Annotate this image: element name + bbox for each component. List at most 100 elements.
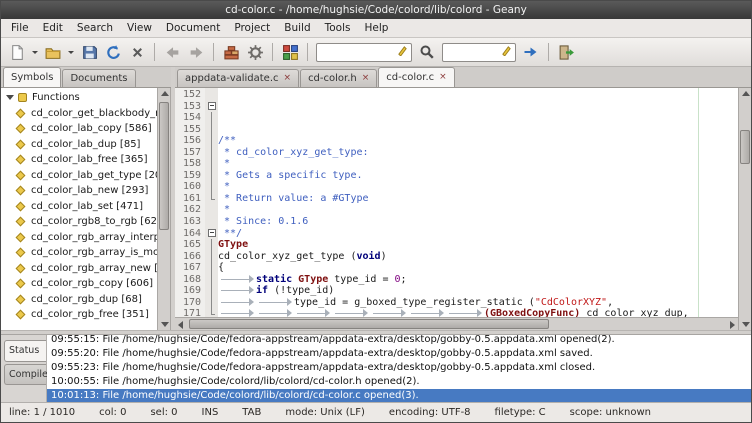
back-arrow-icon xyxy=(164,44,181,61)
editor-tab-cd-color.c[interactable]: cd-color.c× xyxy=(378,67,454,87)
scrollbar-thumb[interactable] xyxy=(159,102,169,230)
symbol-item[interactable]: cd_color_lab_free [365] xyxy=(1,152,157,168)
search-button[interactable] xyxy=(415,40,439,64)
symbol-item[interactable]: cd_color_get_blackbody_rgb [97 xyxy=(1,106,157,122)
editor-view[interactable]: 1521531541551561571581591601611621631641… xyxy=(175,88,738,317)
fold-guide-line xyxy=(205,147,218,159)
build-button[interactable] xyxy=(243,40,267,64)
message-row[interactable]: 09:55:23: File /home/hughsie/Code/fedora… xyxy=(47,361,751,375)
search-input[interactable] xyxy=(320,47,397,58)
revert-button[interactable] xyxy=(101,40,125,64)
menu-build[interactable]: Build xyxy=(277,19,317,38)
goto-line-icon xyxy=(523,44,539,60)
fold-cell xyxy=(205,274,218,286)
sidebar: SymbolsDocuments Functions cd_color_get_b… xyxy=(1,67,171,330)
sidebar-tab-symbols[interactable]: Symbols xyxy=(3,67,61,87)
save-button[interactable] xyxy=(77,40,101,64)
symbol-item[interactable]: cd_color_rgb_array_interpolate [9 xyxy=(1,230,157,246)
fold-cell xyxy=(205,158,218,170)
menu-edit[interactable]: Edit xyxy=(36,19,70,38)
symbol-item[interactable]: cd_color_rgb_free [351] xyxy=(1,307,157,323)
symbol-item[interactable]: cd_color_lab_copy [586] xyxy=(1,121,157,137)
scroll-left-icon[interactable] xyxy=(178,321,183,329)
close-document-button[interactable] xyxy=(125,40,149,64)
fold-margin[interactable] xyxy=(205,88,218,317)
code-token: , xyxy=(607,297,613,308)
symbol-item[interactable]: cd_color_rgb8_to_rgb [626] xyxy=(1,214,157,230)
symbol-item[interactable]: cd_color_rgb_copy [606] xyxy=(1,276,157,292)
sidebar-tab-documents[interactable]: Documents xyxy=(62,69,135,87)
editor-tab-appdata-validate.c[interactable]: appdata-validate.c× xyxy=(177,69,299,87)
open-file-dropdown[interactable] xyxy=(65,40,77,64)
editor-hscrollbar[interactable] xyxy=(175,317,738,330)
new-file-button[interactable] xyxy=(5,40,29,64)
search-entry[interactable] xyxy=(316,43,412,62)
message-tab-compiler[interactable]: Compiler xyxy=(4,364,46,386)
close-tab-icon[interactable]: × xyxy=(284,74,292,83)
scroll-down-icon[interactable] xyxy=(161,322,169,327)
titlebar[interactable]: cd-color.c - /home/hughsie/Code/colord/l… xyxy=(1,1,751,19)
symbols-root-row[interactable]: Functions xyxy=(1,90,157,106)
goto-line-entry[interactable] xyxy=(442,43,516,62)
symbol-label: cd_color_rgb_array_interpolate [9 xyxy=(31,232,157,243)
fold-guide-line xyxy=(205,181,218,193)
tab-arrow xyxy=(256,297,294,307)
symbol-item[interactable]: cd_color_rgb_array_new [896] xyxy=(1,261,157,277)
close-tab-icon[interactable]: × xyxy=(362,74,370,83)
line-number: 157 xyxy=(175,147,201,159)
menu-document[interactable]: Document xyxy=(159,19,227,38)
status-field: INS xyxy=(202,407,219,418)
menu-tools[interactable]: Tools xyxy=(318,19,358,38)
function-icon xyxy=(16,155,26,165)
line-number: 153 xyxy=(175,101,201,113)
symbol-item[interactable]: cd_color_lab_get_type [203] xyxy=(1,168,157,184)
compile-button[interactable] xyxy=(219,40,243,64)
compile-bricks-icon xyxy=(223,44,240,61)
function-icon xyxy=(16,170,26,180)
message-row[interactable]: 10:01:13: File /home/hughsie/Code/colord… xyxy=(47,389,751,402)
message-tab-status[interactable]: Status xyxy=(4,340,46,362)
symbols-root-label: Functions xyxy=(32,92,80,103)
scroll-up-icon[interactable] xyxy=(161,91,169,96)
symbol-item[interactable]: cd_color_rgb_dup [68] xyxy=(1,292,157,308)
open-file-button[interactable] xyxy=(41,40,65,64)
navigate-forward-button[interactable] xyxy=(184,40,208,64)
editor-tab-cd-color.h[interactable]: cd-color.h× xyxy=(300,69,377,87)
menu-project[interactable]: Project xyxy=(227,19,277,38)
goto-line-button[interactable] xyxy=(519,40,543,64)
sidebar-scrollbar[interactable] xyxy=(157,88,170,330)
message-row[interactable]: 09:55:20: File /home/hughsie/Code/fedora… xyxy=(47,347,751,361)
scrollbar-thumb[interactable] xyxy=(740,130,750,164)
goto-line-input[interactable] xyxy=(446,47,501,58)
menu-view[interactable]: View xyxy=(120,19,159,38)
symbol-item[interactable]: cd_color_lab_set [471] xyxy=(1,199,157,215)
tab-arrow xyxy=(218,285,256,295)
code-area[interactable]: /** * cd_color_xyz_get_type: * * Gets a … xyxy=(218,88,738,317)
scroll-down-icon[interactable] xyxy=(742,322,750,327)
code-token: ) xyxy=(381,251,387,262)
fold-collapse-icon[interactable] xyxy=(208,102,216,110)
code-line: GType xyxy=(218,239,738,251)
scroll-right-icon[interactable] xyxy=(730,321,735,329)
scrollbar-thumb[interactable] xyxy=(189,319,549,329)
menu-search[interactable]: Search xyxy=(70,19,120,38)
symbol-item[interactable]: cd_color_lab_new [293] xyxy=(1,183,157,199)
close-tab-icon[interactable]: × xyxy=(439,73,447,82)
expander-icon[interactable] xyxy=(6,95,14,100)
editor-vscrollbar[interactable] xyxy=(738,88,751,330)
symbol-item[interactable]: cd_color_rgb_array_is_monotonic xyxy=(1,245,157,261)
message-row[interactable]: 10:00:55: File /home/hughsie/Code/colord… xyxy=(47,375,751,389)
scroll-up-icon[interactable] xyxy=(742,91,750,96)
navigate-back-button[interactable] xyxy=(160,40,184,64)
fold-guide-line xyxy=(205,251,218,263)
fold-cell xyxy=(205,204,218,216)
menu-help[interactable]: Help xyxy=(358,19,396,38)
symbol-item[interactable]: cd_color_lab_dup [85] xyxy=(1,137,157,153)
sidebar-body: Functionscd_color_get_blackbody_rgb [97c… xyxy=(1,88,171,330)
new-file-dropdown[interactable] xyxy=(29,40,41,64)
color-chooser-button[interactable] xyxy=(278,40,302,64)
fold-collapse-icon[interactable] xyxy=(208,229,216,237)
menu-file[interactable]: File xyxy=(4,19,36,38)
quit-button[interactable] xyxy=(554,40,578,64)
message-row[interactable]: 09:55:15: File /home/hughsie/Code/fedora… xyxy=(47,335,751,347)
